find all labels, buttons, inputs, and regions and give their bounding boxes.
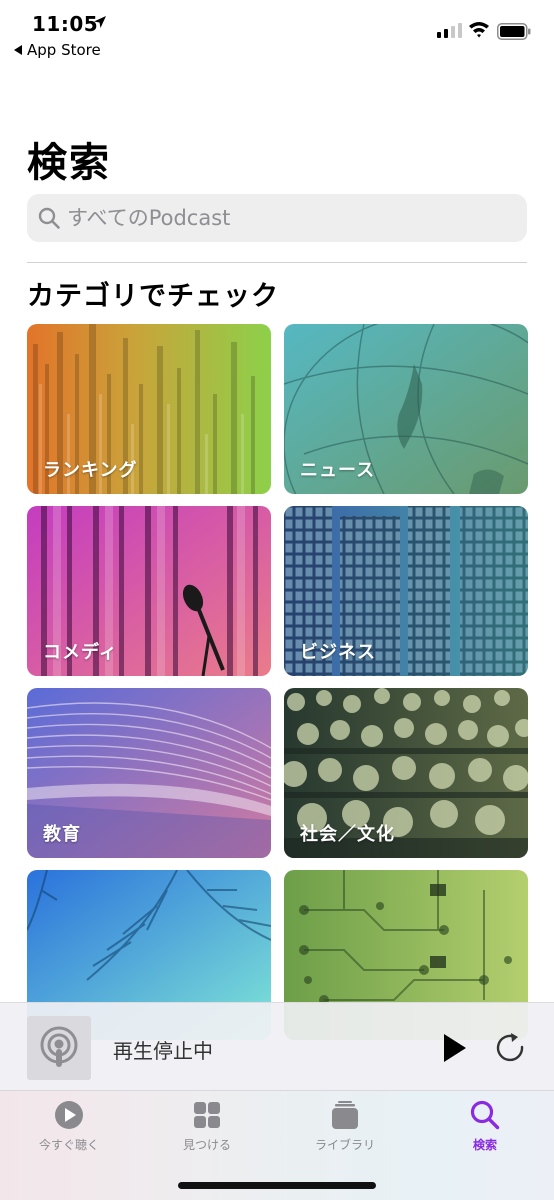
library-icon — [332, 1101, 358, 1129]
battery-icon — [497, 23, 531, 40]
category-label: ランキング — [43, 460, 138, 481]
section-title: カテゴリでチェック — [27, 281, 279, 312]
category-tile-ranking[interactable]: ランキング — [27, 324, 271, 494]
search-input[interactable] — [67, 194, 507, 242]
skip-forward-icon[interactable] — [493, 1031, 527, 1065]
category-label: ビジネス — [300, 642, 376, 663]
category-tile-news[interactable]: ニュース — [284, 324, 528, 494]
back-caret-icon — [14, 45, 22, 55]
search-icon — [470, 1100, 500, 1130]
category-label: ニュース — [300, 460, 376, 481]
tab-label: ライブラリ — [314, 1138, 375, 1152]
status-bar: 11:05 App Store — [0, 0, 554, 66]
podcast-artwork — [27, 1016, 91, 1080]
back-app-label: App Store — [27, 41, 101, 59]
back-to-app-button[interactable]: App Store — [14, 41, 101, 59]
home-indicator[interactable] — [178, 1182, 376, 1189]
search-field[interactable] — [27, 194, 527, 242]
category-tile-society-culture[interactable]: 社会／文化 — [284, 688, 528, 858]
tab-library[interactable]: ライブラリ — [290, 1099, 400, 1159]
podcasts-app-icon — [40, 1026, 78, 1067]
tab-label: 検索 — [472, 1138, 497, 1152]
location-arrow-icon — [94, 16, 106, 28]
category-label: 教育 — [43, 824, 81, 845]
tab-label: 見つける — [182, 1138, 231, 1152]
playback-status: 再生停止中 — [113, 1039, 213, 1063]
cellular-signal-icon — [437, 22, 462, 38]
mini-player[interactable]: 再生停止中 — [0, 1002, 554, 1090]
status-time: 11:05 — [32, 12, 99, 36]
play-button[interactable] — [440, 1031, 470, 1065]
category-label: コメディ — [43, 642, 118, 663]
section-divider — [27, 262, 527, 263]
play-circle-icon — [55, 1101, 83, 1129]
wifi-icon — [469, 22, 489, 38]
tab-search[interactable]: 検索 — [430, 1099, 540, 1159]
page-title: 検索 — [27, 140, 111, 186]
tab-listen-now[interactable]: 今すぐ聴く — [14, 1099, 124, 1159]
search-icon — [38, 207, 60, 229]
tab-label: 今すぐ聴く — [38, 1138, 99, 1152]
category-tile-business[interactable]: ビジネス — [284, 506, 528, 676]
grid-icon — [194, 1102, 220, 1128]
category-label: 社会／文化 — [300, 824, 395, 845]
category-tile-education[interactable]: 教育 — [27, 688, 271, 858]
category-tile-comedy[interactable]: コメディ — [27, 506, 271, 676]
tab-browse[interactable]: 見つける — [152, 1099, 262, 1159]
